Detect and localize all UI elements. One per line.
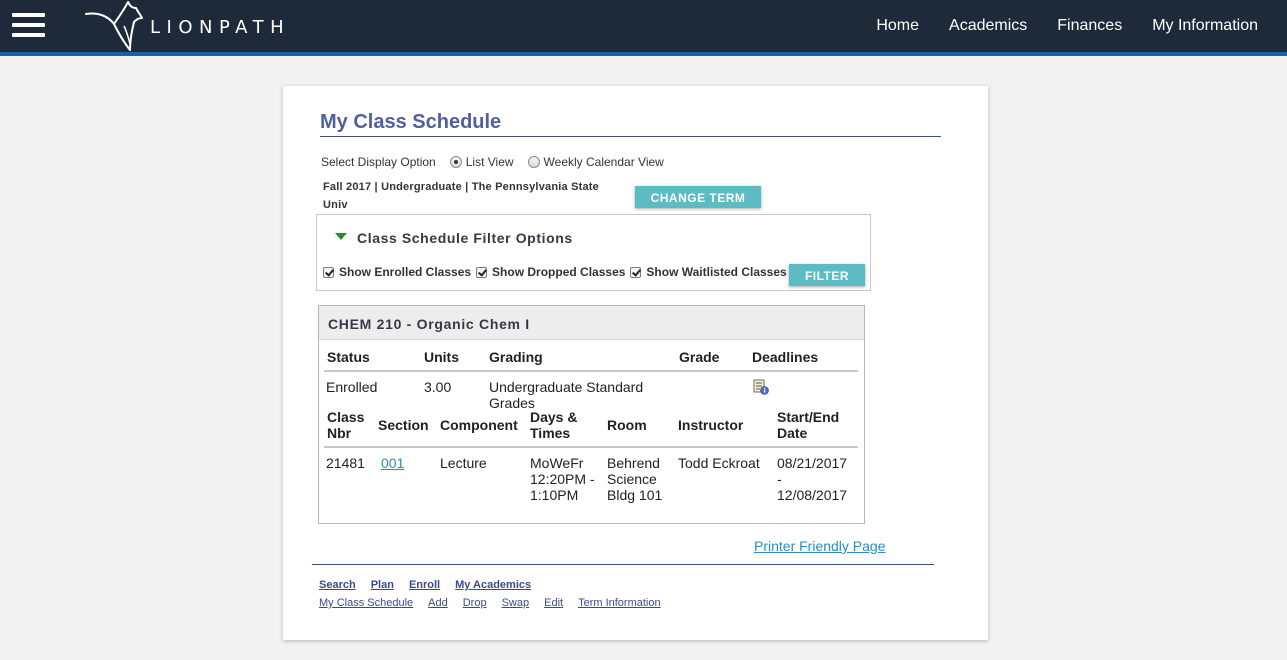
list-view-option[interactable]: List View bbox=[449, 155, 514, 169]
nav-academics[interactable]: Academics bbox=[949, 17, 1027, 35]
days-line-1: MoWeFr bbox=[530, 455, 584, 471]
page-title: My Class Schedule bbox=[320, 111, 502, 133]
start-date: 08/21/2017 bbox=[777, 455, 848, 471]
nav-home[interactable]: Home bbox=[876, 17, 919, 35]
top-navigation-bar: LIONPATH Home Academics Finances My Info… bbox=[0, 0, 1287, 56]
filter-options-heading: Class Schedule Filter Options bbox=[357, 230, 573, 246]
show-enrolled-checkbox[interactable] bbox=[323, 266, 334, 278]
show-waitlisted-option[interactable]: Show Waitlisted Classes bbox=[630, 265, 787, 279]
calendar-info-icon[interactable] bbox=[753, 379, 769, 395]
section-link[interactable]: 001 bbox=[381, 455, 404, 471]
component-header: Component bbox=[440, 417, 518, 433]
start-end-header-line-2: Date bbox=[777, 425, 808, 441]
class-details-box: CHEM 210 - Organic Chem I Status Units G… bbox=[318, 305, 865, 524]
nav-finances[interactable]: Finances bbox=[1057, 17, 1122, 35]
show-waitlisted-checkbox[interactable] bbox=[630, 266, 642, 278]
lion-logo-icon bbox=[85, 1, 143, 51]
grading-header: Grading bbox=[489, 349, 543, 365]
days-line-3: 1:10PM bbox=[530, 487, 579, 503]
filter-checkbox-row: Show Enrolled Classes Show Dropped Class… bbox=[323, 265, 792, 279]
logo-text: LIONPATH bbox=[150, 17, 291, 38]
room-header: Room bbox=[607, 417, 647, 433]
days-line-2: 12:20PM - bbox=[530, 471, 595, 487]
footer-edit-link[interactable]: Edit bbox=[544, 597, 563, 609]
room-line-3: Bldg 101 bbox=[607, 487, 663, 503]
footer-nav: Search Plan Enroll My Academics bbox=[319, 579, 546, 591]
deadlines-header: Deadlines bbox=[752, 349, 819, 365]
show-dropped-option[interactable]: Show Dropped Classes bbox=[476, 265, 625, 279]
days-times-value: MoWeFr 12:20PM - 1:10PM bbox=[530, 455, 595, 503]
term-line-1: Fall 2017 | Undergraduate | The Pennsylv… bbox=[323, 181, 599, 193]
weekly-view-option[interactable]: Weekly Calendar View bbox=[527, 155, 664, 169]
start-end-date-value: 08/21/2017 - 12/08/2017 bbox=[777, 455, 847, 503]
section-header-divider bbox=[324, 446, 858, 448]
list-view-radio[interactable] bbox=[449, 156, 462, 168]
footer-drop-link[interactable]: Drop bbox=[463, 597, 487, 609]
grading-value: Undergraduate Standard Grades bbox=[489, 379, 643, 411]
title-divider bbox=[320, 136, 941, 137]
grading-value-line-1: Undergraduate Standard bbox=[489, 379, 644, 395]
footer-my-academics-link[interactable]: My Academics bbox=[455, 579, 531, 591]
section-header: Section bbox=[378, 417, 429, 433]
start-end-date-header: Start/End Date bbox=[777, 409, 839, 441]
footer-add-link[interactable]: Add bbox=[428, 597, 448, 609]
footer-search-link[interactable]: Search bbox=[319, 579, 356, 591]
nav-my-information[interactable]: My Information bbox=[1152, 17, 1258, 35]
footer-term-information-link[interactable]: Term Information bbox=[578, 597, 661, 609]
status-value: Enrolled bbox=[326, 379, 378, 395]
days-times-header-line-1: Days & bbox=[530, 409, 578, 425]
show-enrolled-label: Show Enrolled Classes bbox=[339, 265, 472, 279]
footer-enroll-link[interactable]: Enroll bbox=[409, 579, 440, 591]
class-nbr-header: Class Nbr bbox=[327, 409, 364, 441]
term-description: Fall 2017 | Undergraduate | The Pennsylv… bbox=[323, 178, 633, 214]
display-option-label: Select Display Option bbox=[321, 155, 436, 169]
printer-friendly-link[interactable]: Printer Friendly Page bbox=[754, 538, 886, 554]
days-times-header: Days & Times bbox=[530, 409, 577, 441]
room-value: Behrend Science Bldg 101 bbox=[607, 455, 662, 503]
footer-swap-link[interactable]: Swap bbox=[502, 597, 530, 609]
class-nbr-header-line-2: Nbr bbox=[327, 425, 352, 441]
main-nav: Home Academics Finances My Information bbox=[846, 17, 1258, 35]
display-option-row: Select Display Option List View Weekly C… bbox=[321, 155, 678, 169]
start-end-header-line-1: Start/End bbox=[777, 409, 840, 425]
class-nbr-header-line-1: Class bbox=[327, 409, 365, 425]
date-separator: - bbox=[777, 471, 782, 487]
units-header: Units bbox=[424, 349, 459, 365]
show-dropped-label: Show Dropped Classes bbox=[492, 265, 626, 279]
schedule-card: My Class Schedule Select Display Option … bbox=[283, 86, 988, 640]
filter-options-box: Class Schedule Filter Options Show Enrol… bbox=[316, 214, 871, 291]
footer-my-class-schedule-link[interactable]: My Class Schedule bbox=[319, 597, 413, 609]
change-term-button[interactable]: CHANGE TERM bbox=[635, 186, 761, 208]
footer-divider bbox=[312, 564, 934, 565]
class-title: CHEM 210 - Organic Chem I bbox=[319, 306, 864, 340]
filter-button[interactable]: FILTER bbox=[789, 264, 865, 286]
instructor-value: Todd Eckroat bbox=[678, 455, 760, 471]
collapse-triangle-icon[interactable] bbox=[335, 232, 347, 240]
grade-header: Grade bbox=[679, 349, 720, 365]
hamburger-menu-icon[interactable] bbox=[12, 12, 46, 38]
days-times-header-line-2: Times bbox=[530, 425, 571, 441]
filter-options-header[interactable]: Class Schedule Filter Options bbox=[335, 230, 573, 246]
weekly-view-radio[interactable] bbox=[527, 156, 540, 168]
room-line-2: Science bbox=[607, 471, 657, 487]
show-waitlisted-label: Show Waitlisted Classes bbox=[646, 265, 787, 279]
status-header: Status bbox=[327, 349, 370, 365]
instructor-header: Instructor bbox=[678, 417, 744, 433]
weekly-view-label: Weekly Calendar View bbox=[543, 155, 664, 169]
lionpath-logo[interactable]: LIONPATH bbox=[84, 0, 314, 52]
class-nbr-value: 21481 bbox=[326, 455, 365, 471]
show-enrolled-option[interactable]: Show Enrolled Classes bbox=[323, 265, 471, 279]
end-date: 12/08/2017 bbox=[777, 487, 848, 503]
summary-header-divider bbox=[324, 370, 858, 372]
component-value: Lecture bbox=[440, 455, 487, 471]
list-view-label: List View bbox=[465, 155, 514, 169]
units-value: 3.00 bbox=[424, 379, 452, 395]
term-line-2: Univ bbox=[323, 199, 348, 211]
footer-plan-link[interactable]: Plan bbox=[371, 579, 394, 591]
room-line-1: Behrend bbox=[607, 455, 660, 471]
show-dropped-checkbox[interactable] bbox=[476, 266, 488, 278]
footer-sub-nav: My Class Schedule Add Drop Swap Edit Ter… bbox=[319, 597, 676, 609]
